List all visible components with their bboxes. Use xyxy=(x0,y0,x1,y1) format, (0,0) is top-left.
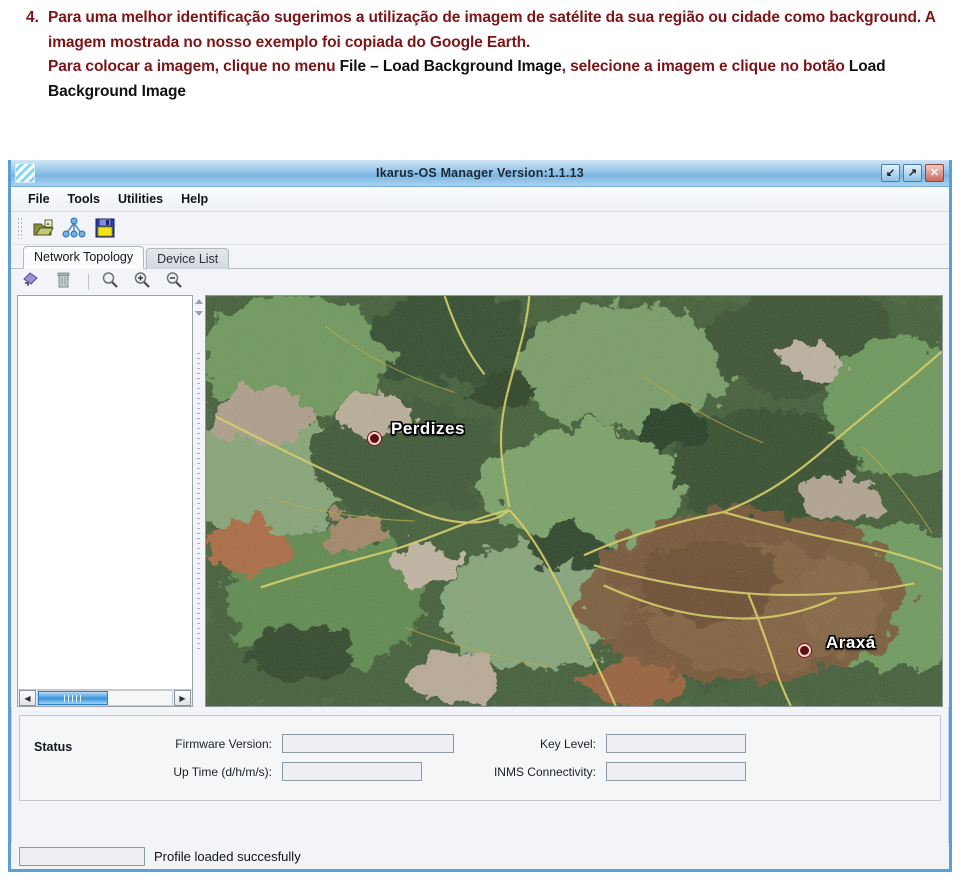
map-label-araxa: Araxá xyxy=(826,633,876,652)
network-topology-icon[interactable] xyxy=(62,216,86,240)
scrollbar-thumb-grip-icon xyxy=(63,695,82,702)
scrollbar-track[interactable] xyxy=(37,690,173,706)
device-tree-panel: ◀ ▶ xyxy=(17,295,193,707)
tab-strip: Network Topology Device List xyxy=(11,245,949,269)
menu-item-utilities[interactable]: Utilities xyxy=(109,190,172,208)
scroll-right-arrow-icon[interactable]: ▶ xyxy=(174,690,191,706)
status-panel: Status Firmware Version: Up Time (d/h/m/… xyxy=(19,715,941,801)
zoom-out-icon[interactable] xyxy=(164,270,188,294)
uptime-field[interactable] xyxy=(282,762,422,781)
instruction-paragraph-2: Para colocar a imagem, clique no menu Fi… xyxy=(48,55,946,104)
uptime-label: Up Time (d/h/m/s): xyxy=(173,764,272,779)
device-tree[interactable] xyxy=(18,296,192,689)
instruction-number: 4. xyxy=(26,9,39,26)
zoom-in-icon[interactable] xyxy=(132,270,156,294)
key-level-row: Key Level: xyxy=(470,734,746,753)
firmware-version-label: Firmware Version: xyxy=(175,736,272,751)
minimize-button[interactable]: ↙ xyxy=(881,164,900,182)
menu-item-file[interactable]: File xyxy=(19,190,59,208)
toolbar-drag-grip[interactable] xyxy=(17,217,22,239)
status-bar: Profile loaded succesfully xyxy=(11,843,949,869)
scrollbar-thumb[interactable] xyxy=(38,691,108,705)
inms-connectivity-label: INMS Connectivity: xyxy=(493,764,596,779)
tree-horizontal-scrollbar[interactable]: ◀ ▶ xyxy=(18,689,192,706)
window-title: Ikarus-OS Manager Version:1.1.13 xyxy=(376,166,584,180)
window-buttons: ↙ ↗ ✕ xyxy=(881,164,944,182)
delete-node-icon[interactable] xyxy=(53,270,77,294)
status-panel-title: Status xyxy=(34,740,73,754)
application-window: Ikarus-OS Manager Version:1.1.13 ↙ ↗ ✕ F… xyxy=(8,160,952,872)
menu-item-help[interactable]: Help xyxy=(172,190,217,208)
split-content: ◀ ▶ Perdizes Araxá xyxy=(11,295,949,707)
progress-indicator xyxy=(19,846,145,866)
scroll-left-arrow-icon[interactable]: ◀ xyxy=(19,690,36,706)
uptime-row: Up Time (d/h/m/s): xyxy=(148,762,422,781)
toolbar-separator xyxy=(88,274,89,290)
tab-network-topology[interactable]: Network Topology xyxy=(23,246,145,269)
menu-item-tools[interactable]: Tools xyxy=(59,190,109,208)
canvas-toolbar xyxy=(11,269,949,295)
title-bar: Ikarus-OS Manager Version:1.1.13 ↙ ↗ ✕ xyxy=(11,160,949,187)
instruction-block: 4. Para uma melhor identificação sugerim… xyxy=(0,0,960,152)
maximize-button[interactable]: ↗ xyxy=(903,164,922,182)
open-profile-icon[interactable] xyxy=(31,216,55,240)
instruction-seg-a: Para colocar a imagem, clique no menu xyxy=(48,58,340,75)
firmware-version-row: Firmware Version: xyxy=(148,734,454,753)
tab-device-list[interactable]: Device List xyxy=(146,248,230,269)
splitter-grip-icon xyxy=(197,352,200,650)
inms-connectivity-field[interactable] xyxy=(606,762,746,781)
key-level-label: Key Level: xyxy=(539,736,596,751)
firmware-version-field[interactable] xyxy=(282,734,454,753)
save-profile-icon[interactable] xyxy=(93,216,117,240)
instruction-menu-path: File – Load Background Image xyxy=(339,58,562,75)
menu-bar: File Tools Utilities Help xyxy=(11,187,949,212)
app-stripes-icon xyxy=(15,163,35,183)
close-button[interactable]: ✕ xyxy=(925,164,944,182)
instruction-text: Para uma melhor identificação sugerimos … xyxy=(48,6,946,104)
instruction-seg-c: , selecione a imagem e clique no botão xyxy=(561,58,849,75)
instruction-paragraph-1: Para uma melhor identificação sugerimos … xyxy=(48,9,936,51)
splitter-collapse-up-icon[interactable] xyxy=(195,299,203,304)
zoom-reset-icon[interactable] xyxy=(100,270,124,294)
inms-connectivity-row: INMS Connectivity: xyxy=(470,762,746,781)
map-marker-perdizes[interactable] xyxy=(368,432,381,445)
splitter-collapse-down-icon[interactable] xyxy=(195,311,203,316)
map-label-perdizes: Perdizes xyxy=(391,419,465,438)
main-toolbar xyxy=(11,212,949,245)
add-node-icon[interactable] xyxy=(21,270,45,294)
panel-splitter[interactable] xyxy=(193,295,205,707)
key-level-field[interactable] xyxy=(606,734,746,753)
status-message: Profile loaded succesfully xyxy=(154,848,301,864)
map-marker-araxa[interactable] xyxy=(798,644,811,657)
topology-map-canvas[interactable]: Perdizes Araxá xyxy=(205,295,943,707)
